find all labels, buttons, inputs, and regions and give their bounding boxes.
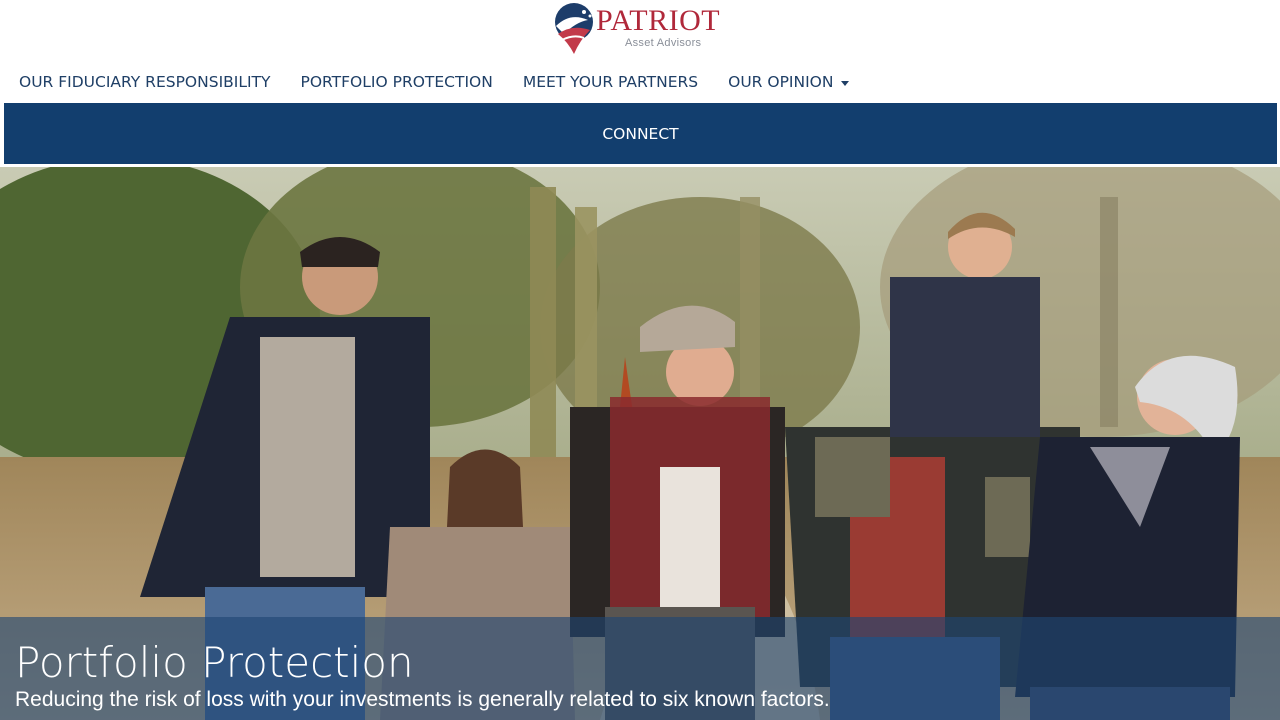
nav-item-label: OUR OPINION (728, 73, 834, 91)
brand-tagline: Asset Advisors (625, 37, 702, 49)
nav-item-label: MEET YOUR PARTNERS (522, 73, 699, 91)
nav-item-our-opinion[interactable]: OUR OPINION (713, 73, 864, 91)
connect-label: CONNECT (602, 124, 679, 143)
caret-down-icon (841, 80, 850, 86)
page-title: Portfolio Protection (15, 638, 414, 687)
site-header: PATRIOT Asset Advisors OUR FIDUCIARY RES… (0, 0, 1280, 166)
page-subtitle: Reducing the risk of loss with your inve… (15, 688, 830, 711)
connect-button[interactable]: CONNECT (4, 103, 1277, 164)
brand-name: PATRIOT (596, 4, 721, 37)
main-nav: OUR FIDUCIARY RESPONSIBILITY PORTFOLIO P… (4, 62, 864, 102)
nav-item-label: PORTFOLIO PROTECTION (300, 73, 493, 91)
nav-item-meet-your-partners[interactable]: MEET YOUR PARTNERS (508, 73, 713, 91)
nav-item-portfolio-protection[interactable]: PORTFOLIO PROTECTION (285, 73, 507, 91)
flag-swoosh-icon (555, 3, 593, 54)
nav-item-fiduciary-responsibility[interactable]: OUR FIDUCIARY RESPONSIBILITY (4, 73, 285, 91)
nav-item-label: OUR FIDUCIARY RESPONSIBILITY (19, 73, 271, 91)
site-logo[interactable]: PATRIOT Asset Advisors (550, 0, 735, 60)
